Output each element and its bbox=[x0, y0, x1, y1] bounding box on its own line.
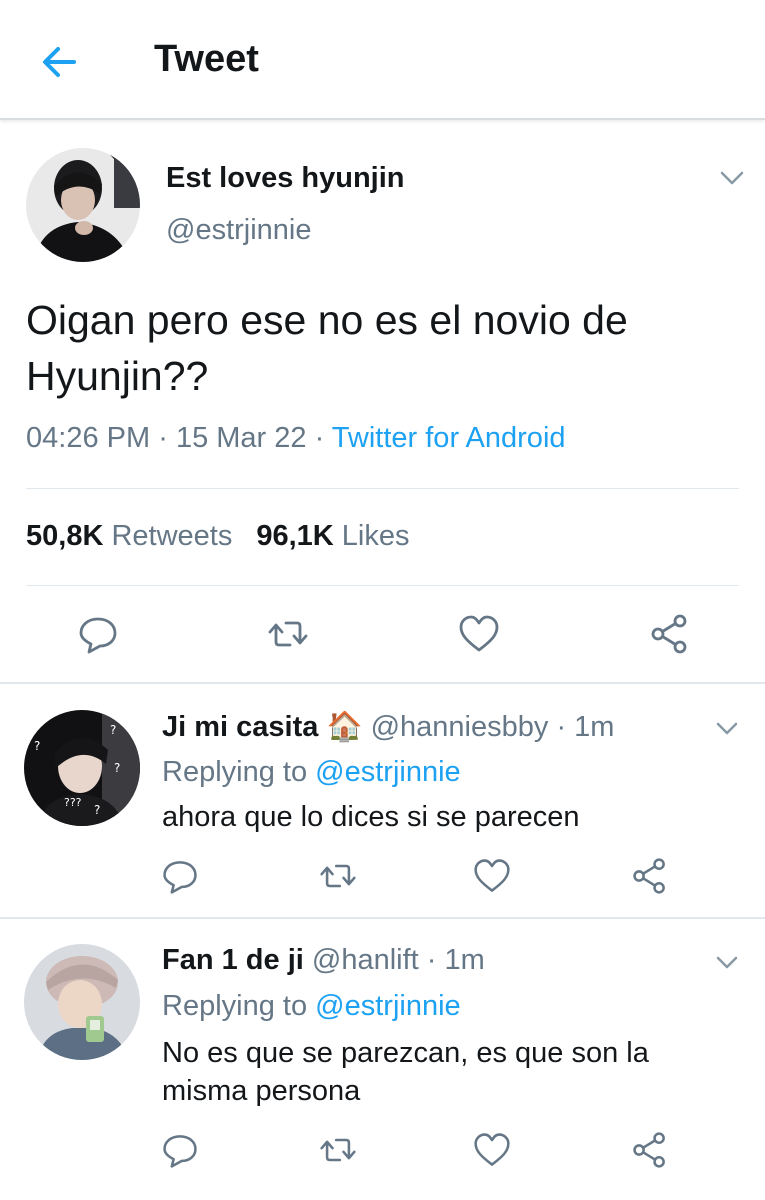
reply-header: Fan 1 de ji @hanlift · 1m bbox=[162, 944, 485, 977]
share-button[interactable] bbox=[648, 612, 692, 656]
reply-button[interactable] bbox=[76, 612, 120, 656]
avatar[interactable]: ? ? ? ??? ? bbox=[24, 710, 140, 826]
likes-stat[interactable]: 96,1K Likes bbox=[256, 520, 409, 552]
tweet-time: 04:26 PM bbox=[26, 422, 151, 454]
reply-tweet[interactable]: Fan 1 de ji @hanlift · 1m Replying to @e… bbox=[0, 920, 765, 1200]
comment-icon bbox=[79, 617, 117, 654]
reply-display-name[interactable]: Ji mi casita bbox=[162, 711, 318, 743]
chevron-down-icon bbox=[716, 722, 738, 735]
meta-separator: · bbox=[158, 422, 168, 454]
back-button[interactable] bbox=[36, 38, 84, 86]
tweet-options-button[interactable] bbox=[716, 164, 748, 192]
share-icon bbox=[651, 614, 687, 654]
heart-icon bbox=[474, 859, 510, 892]
top-bar: Tweet bbox=[0, 0, 765, 120]
heart-icon bbox=[474, 1133, 510, 1166]
tweet-text: Oigan pero ese no es el novio de Hyunjin… bbox=[26, 297, 628, 399]
svg-text:?: ? bbox=[114, 761, 120, 775]
share-icon bbox=[633, 858, 665, 894]
likes-label: Likes bbox=[341, 520, 410, 552]
svg-text:?: ? bbox=[94, 803, 100, 817]
replying-to-mention[interactable]: @estrjinnie bbox=[315, 990, 461, 1022]
retweets-label: Retweets bbox=[111, 520, 233, 552]
like-button[interactable] bbox=[472, 1130, 512, 1170]
retweet-icon bbox=[320, 864, 356, 888]
chevron-down-icon bbox=[720, 171, 744, 185]
divider bbox=[26, 585, 739, 586]
reply-text: ahora que lo dices si se parecen bbox=[162, 801, 580, 833]
reply-options-button[interactable] bbox=[712, 950, 742, 976]
replying-to-label: Replying to bbox=[162, 756, 308, 788]
page-title: Tweet bbox=[154, 38, 259, 80]
tweet-meta: 04:26 PM · 15 Mar 22 · Twitter for Andro… bbox=[26, 422, 566, 455]
comment-icon bbox=[163, 861, 197, 894]
author-handle[interactable]: @estrjinnie bbox=[166, 214, 312, 247]
divider bbox=[26, 488, 739, 489]
replying-to-mention[interactable]: @estrjinnie bbox=[315, 756, 461, 788]
like-button[interactable] bbox=[457, 612, 501, 656]
share-button[interactable] bbox=[630, 1130, 670, 1170]
avatar[interactable] bbox=[24, 944, 140, 1060]
author-display-name[interactable]: Est loves hyunjin bbox=[166, 162, 405, 195]
likes-count: 96,1K bbox=[256, 520, 334, 552]
tweet-stats: 50,8K Retweets 96,1K Likes bbox=[26, 520, 410, 553]
share-button[interactable] bbox=[630, 856, 670, 896]
replying-to-label: Replying to bbox=[162, 990, 308, 1022]
heart-icon bbox=[459, 615, 499, 652]
like-button[interactable] bbox=[472, 856, 512, 896]
reply-header: Ji mi casita 🏠 @hanniesbby · 1m bbox=[162, 710, 614, 744]
reply-display-name[interactable]: Fan 1 de ji bbox=[162, 944, 304, 976]
reply-text: No es que se parezcan, es que son la mis… bbox=[162, 1037, 649, 1107]
retweet-icon bbox=[268, 621, 308, 647]
replying-to: Replying to @estrjinnie bbox=[162, 756, 461, 789]
retweets-stat[interactable]: 50,8K Retweets bbox=[26, 520, 232, 552]
reply-button[interactable] bbox=[160, 856, 200, 896]
divider bbox=[0, 917, 765, 919]
tweet-date: 15 Mar 22 bbox=[175, 422, 307, 454]
reply-options-button[interactable] bbox=[712, 716, 742, 742]
reply-tweet[interactable]: ? ? ? ??? ? Ji mi casita 🏠 @hanniesbby ·… bbox=[0, 686, 765, 919]
reply-time: · 1m bbox=[556, 711, 615, 743]
house-emoji-icon: 🏠 bbox=[326, 711, 363, 743]
retweet-button[interactable] bbox=[266, 612, 310, 656]
retweets-count: 50,8K bbox=[26, 520, 104, 552]
avatar[interactable] bbox=[26, 148, 140, 262]
svg-text:?: ? bbox=[34, 739, 40, 753]
meta-separator: · bbox=[314, 422, 325, 454]
retweet-button[interactable] bbox=[318, 1130, 358, 1170]
reply-time: · 1m bbox=[426, 944, 485, 976]
reply-button[interactable] bbox=[160, 1130, 200, 1170]
retweet-button[interactable] bbox=[318, 856, 358, 896]
comment-icon bbox=[163, 1135, 197, 1168]
replying-to: Replying to @estrjinnie bbox=[162, 990, 461, 1023]
chevron-down-icon bbox=[716, 956, 738, 969]
share-icon bbox=[633, 1132, 665, 1168]
arrow-left-icon bbox=[43, 47, 76, 77]
reply-handle[interactable]: @hanlift bbox=[312, 944, 419, 976]
main-tweet: Est loves hyunjin @estrjinnie Oigan pero… bbox=[0, 122, 765, 684]
svg-text:?: ? bbox=[110, 723, 116, 737]
svg-text:???: ??? bbox=[64, 796, 82, 809]
reply-handle[interactable]: @hanniesbby bbox=[371, 711, 549, 743]
tweet-source-link[interactable]: Twitter for Android bbox=[332, 422, 566, 454]
retweet-icon bbox=[320, 1138, 356, 1162]
